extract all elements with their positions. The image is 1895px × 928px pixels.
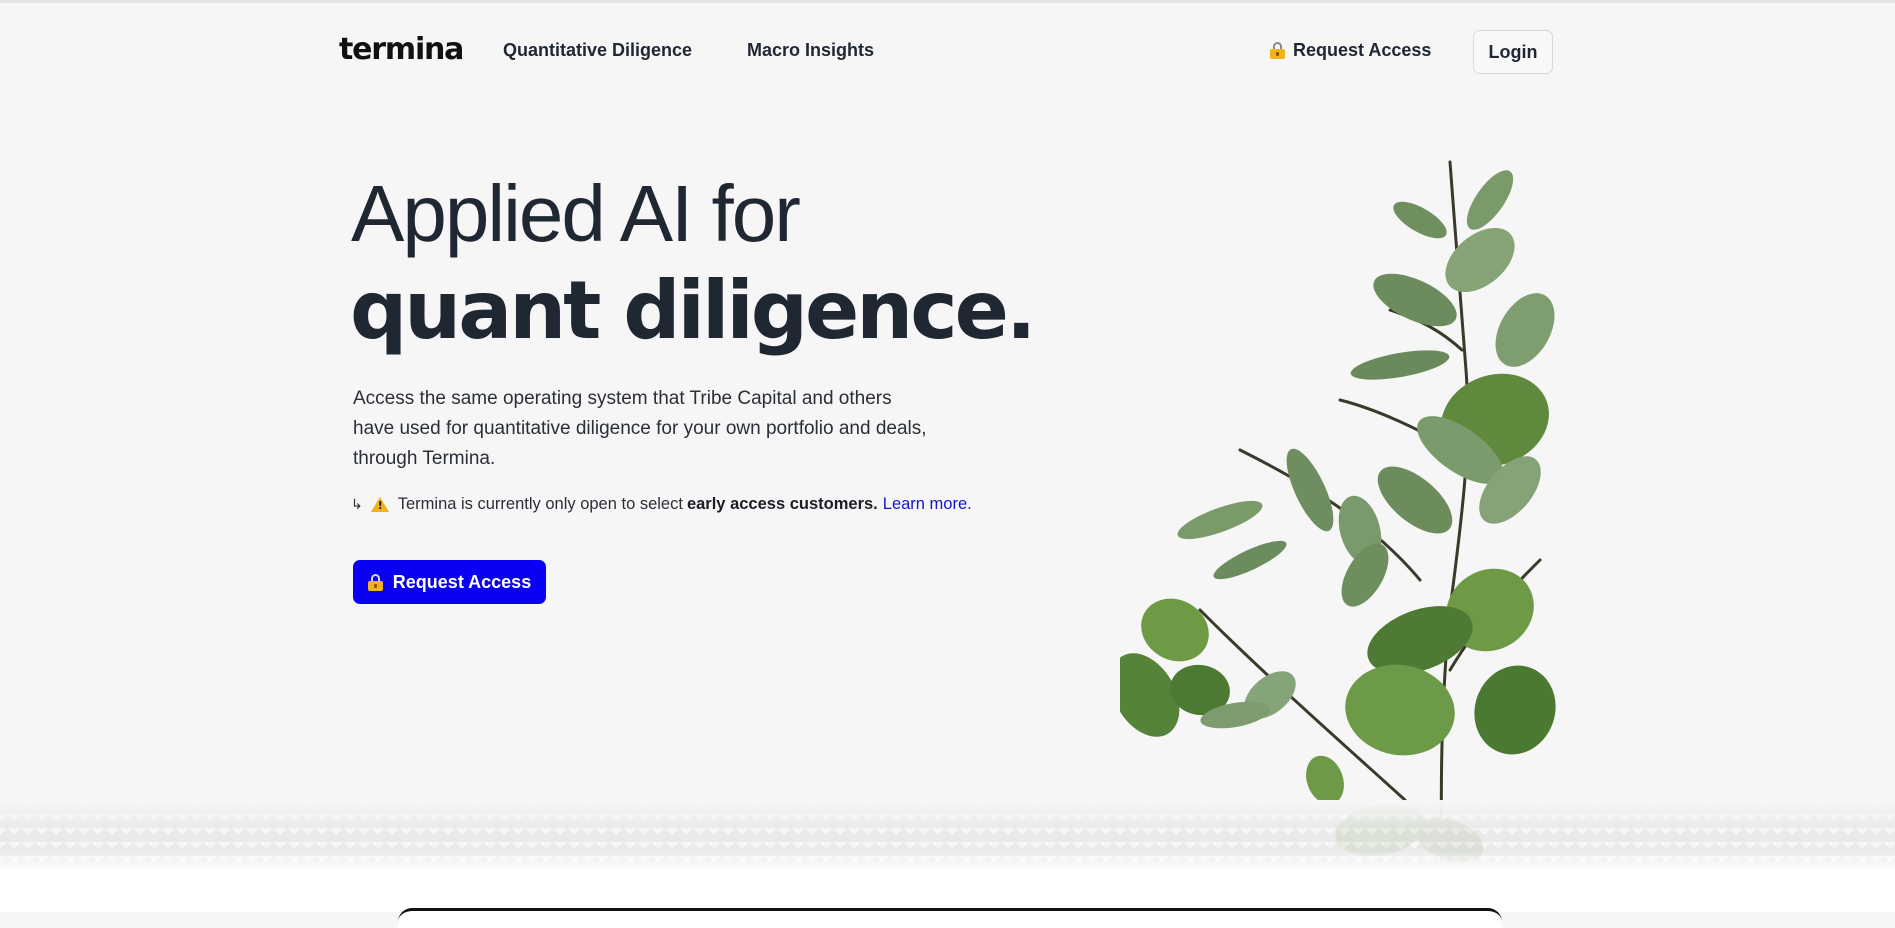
request-access-button-label: Request Access	[392, 571, 532, 592]
request-access-button[interactable]: Request Access	[353, 560, 546, 604]
bottom-section	[0, 872, 1895, 912]
eucalyptus-branch-image	[1120, 160, 1556, 863]
nav-quantitative-diligence[interactable]: Quantitative Diligence	[503, 40, 692, 61]
return-arrow-icon: ↳	[351, 496, 363, 512]
hero-title-line-2: quant diligence.	[350, 264, 1036, 357]
hero-description: Access the same operating system that Tr…	[353, 388, 927, 469]
pattern-fade	[0, 800, 1895, 872]
early-access-notice: ↳ Termina is currently only open to sele…	[351, 495, 972, 514]
lock-icon	[1270, 42, 1285, 59]
nav-macro-insights[interactable]: Macro Insights	[747, 40, 874, 61]
site-header: termina Quantitative Diligence Macro Ins…	[0, 0, 1895, 100]
header-request-access-label: Request Access	[1293, 40, 1432, 60]
learn-more-link[interactable]: Learn more.	[883, 495, 972, 514]
header-request-access-link[interactable]: Request Access	[1270, 40, 1431, 61]
notice-text: Termina is currently only open to select	[397, 495, 683, 513]
next-section-card-edge	[398, 908, 1502, 928]
warning-icon	[370, 497, 389, 512]
hero-title-line-1: Applied AI for	[351, 169, 801, 258]
termina-logo[interactable]: termina	[339, 32, 464, 67]
login-button[interactable]: Login	[1473, 30, 1553, 74]
notice-bold-text: early access customers.	[686, 495, 878, 513]
lock-icon	[367, 573, 383, 591]
